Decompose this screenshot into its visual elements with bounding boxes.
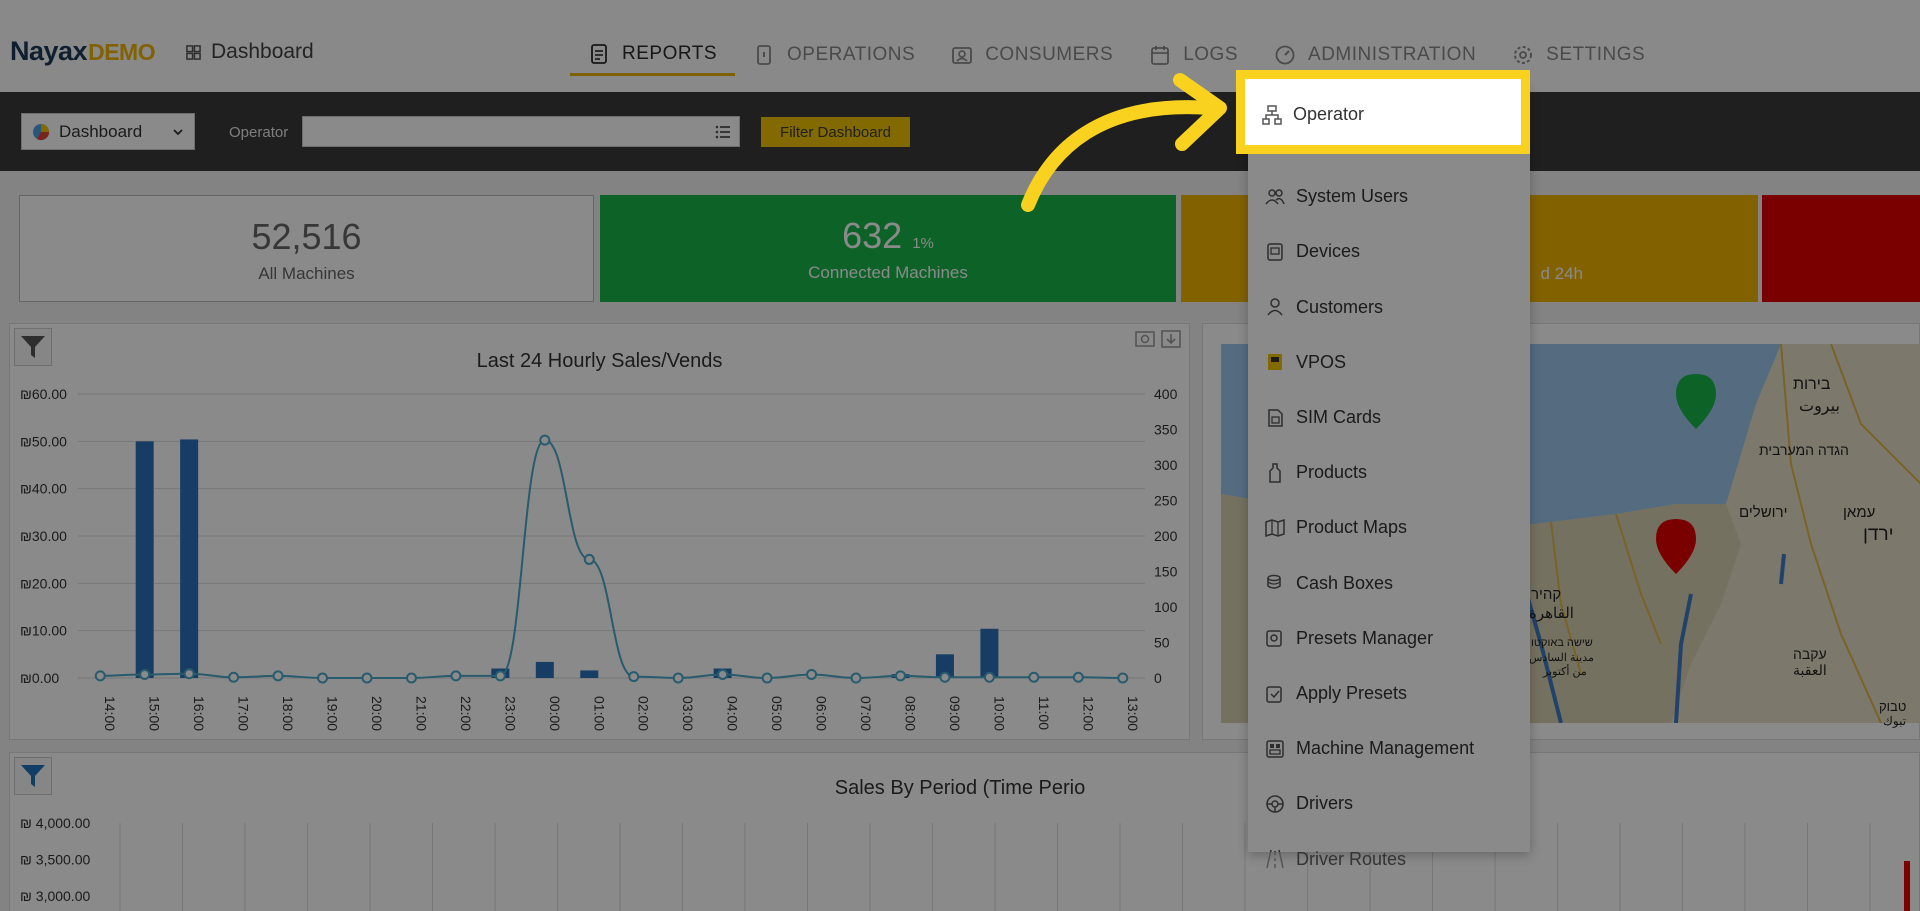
- menu-item-label: Apply Presets: [1296, 683, 1408, 703]
- menu-item-label: SIM Cards: [1296, 407, 1382, 427]
- page: NayaxDEMO Dashboard REPORTS OPERATIONS C…: [0, 0, 1920, 911]
- menu-item-label: VPOS: [1296, 351, 1347, 372]
- apply-preset-icon: [1266, 685, 1282, 703]
- machine-icon: [1266, 739, 1284, 758]
- sim-card-icon: [1268, 408, 1283, 427]
- menu-item-label: Machine Management: [1296, 738, 1475, 759]
- menu-item-operator[interactable]: Operator: [1245, 87, 1521, 142]
- menu-item-label: Cash Boxes: [1296, 572, 1394, 593]
- menu-item-label: Operator: [1293, 104, 1365, 124]
- menu-item-product-maps[interactable]: Product Maps: [1248, 500, 1530, 555]
- menu-item-label: Drivers: [1296, 793, 1353, 814]
- menu-item-machine-management[interactable]: Machine Management: [1248, 721, 1530, 776]
- menu-item-label: Presets Manager: [1296, 627, 1434, 648]
- sitemap-icon: [1262, 104, 1282, 125]
- menu-item-vpos[interactable]: VPOS: [1248, 335, 1530, 390]
- steering-wheel-icon: [1266, 795, 1284, 813]
- menu-item-label: Product Maps: [1296, 517, 1408, 538]
- bottle-icon: [1269, 462, 1281, 483]
- vpos-icon: [1268, 354, 1282, 371]
- menu-item-products[interactable]: Products: [1248, 445, 1530, 500]
- customer-icon: [1267, 298, 1283, 316]
- coins-icon: [1267, 574, 1281, 589]
- menu-item-label: Devices: [1296, 241, 1361, 262]
- road-icon: [1266, 849, 1284, 869]
- menu-item-cash-boxes[interactable]: Cash Boxes: [1248, 556, 1530, 611]
- menu-item-apply-presets[interactable]: Apply Presets: [1248, 666, 1530, 721]
- menu-item-sim-cards[interactable]: SIM Cards: [1248, 390, 1530, 445]
- menu-item-label: Customers: [1296, 296, 1384, 317]
- menu-item-devices[interactable]: Devices: [1248, 224, 1530, 279]
- dim-overlay: [0, 0, 1920, 911]
- menu-item-label: Driver Routes: [1296, 848, 1407, 869]
- preset-icon: [1266, 630, 1282, 648]
- menu-item-drivers[interactable]: Drivers: [1248, 776, 1530, 831]
- administration-menu: System Users Devices Customers VPOS SIM Card…: [1248, 87, 1530, 869]
- pointer-arrow-icon: [1021, 73, 1227, 212]
- highlighted-menu-item-frame: Operator: [1236, 70, 1530, 154]
- menu-item-driver-routes[interactable]: Driver Routes: [1248, 832, 1530, 887]
- users-icon: [1265, 188, 1285, 205]
- menu-item-label: System Users: [1296, 186, 1409, 207]
- menu-item-customers[interactable]: Customers: [1248, 280, 1530, 335]
- device-icon: [1267, 243, 1283, 261]
- map-icon: [1265, 518, 1285, 537]
- menu-item-system-users[interactable]: System Users: [1248, 169, 1530, 224]
- menu-item-label: Products: [1296, 462, 1368, 483]
- menu-item-presets-manager[interactable]: Presets Manager: [1248, 611, 1530, 666]
